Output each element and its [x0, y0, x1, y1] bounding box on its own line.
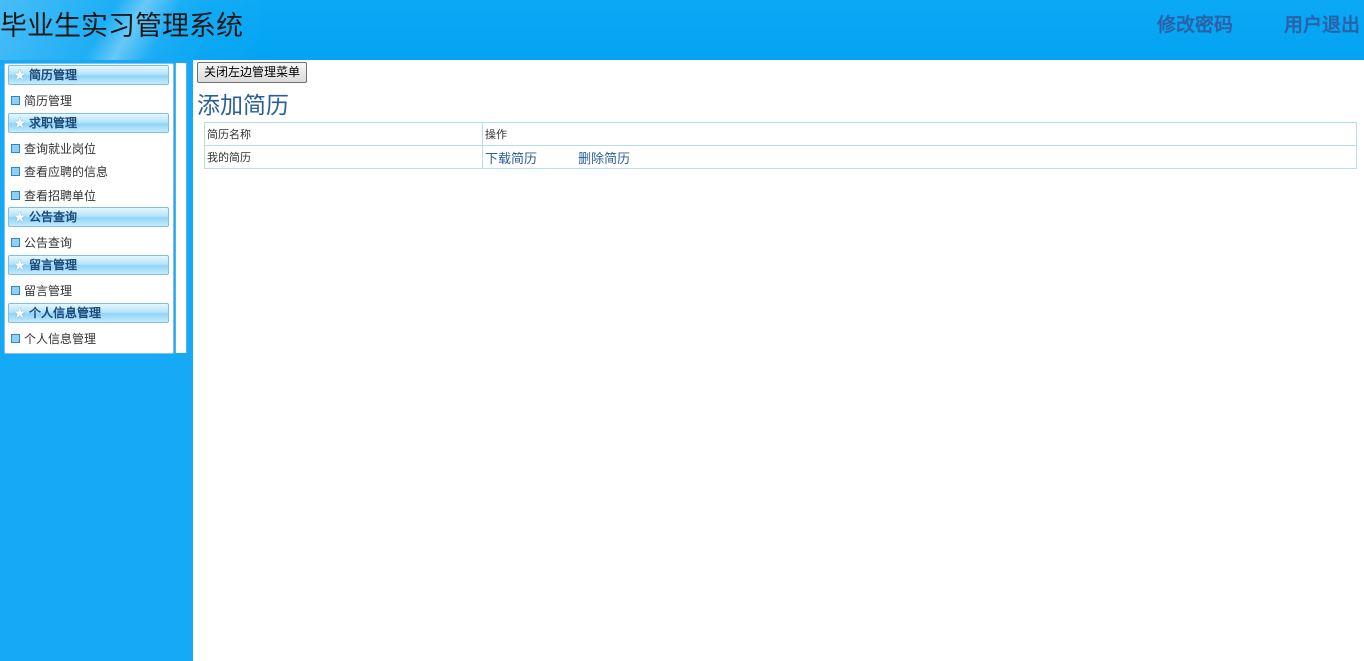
- menu-item-label: 留言管理: [24, 284, 73, 298]
- menu-group-label: 求职管理: [29, 116, 78, 130]
- delete-resume-link[interactable]: 删除简历: [578, 152, 630, 167]
- table-header-row: 简历名称 操作: [204, 122, 1357, 146]
- menu-group-message[interactable]: ★ 留言管理: [8, 255, 169, 275]
- menu-item-resume-manage[interactable]: 简历管理: [11, 93, 72, 109]
- menu-group-profile[interactable]: ★ 个人信息管理: [8, 303, 169, 323]
- menu-item-label: 查询就业岗位: [24, 142, 97, 156]
- main-content: 关闭左边管理菜单 添加简历 简历名称 操作 我的简历 下载简历 删除简历: [193, 60, 1364, 661]
- table-row: 我的简历 下载简历 删除简历: [204, 145, 1357, 169]
- menu-item-label: 公告查询: [24, 236, 73, 250]
- column-header-actions: 操作: [482, 122, 1357, 146]
- column-header-name: 简历名称: [204, 122, 483, 146]
- menu-item-profile-manage[interactable]: 个人信息管理: [11, 331, 96, 347]
- menu-group-notice[interactable]: ★ 公告查询: [8, 207, 169, 227]
- change-password-link[interactable]: 修改密码: [1157, 10, 1233, 37]
- menu-scrollbar[interactable]: [175, 63, 187, 353]
- menu-item-notice-query[interactable]: 公告查询: [11, 235, 72, 251]
- menu-group-label: 公告查询: [29, 210, 78, 224]
- star-icon: ★: [13, 66, 27, 84]
- app-title: 毕业生实习管理系统: [0, 11, 243, 42]
- star-icon: ★: [13, 304, 27, 322]
- close-left-menu-button[interactable]: 关闭左边管理菜单: [197, 62, 308, 83]
- star-icon: ★: [13, 256, 27, 274]
- menu-item-label: 查看应聘的信息: [24, 165, 109, 179]
- star-icon: ★: [13, 114, 27, 132]
- app-header: 毕业生实习管理系统 修改密码 用户退出: [0, 0, 1364, 60]
- menu-scrollbar-thumb[interactable]: [178, 63, 184, 353]
- square-bullet-icon: [11, 191, 20, 200]
- menu-group-label: 个人信息管理: [29, 306, 102, 320]
- square-bullet-icon: [11, 96, 20, 105]
- square-bullet-icon: [11, 238, 20, 247]
- resume-table: 简历名称 操作 我的简历 下载简历 删除简历: [204, 122, 1357, 169]
- star-icon: ★: [13, 208, 27, 226]
- menu-group-label: 留言管理: [29, 258, 78, 272]
- menu-group-resume[interactable]: ★ 简历管理: [8, 65, 169, 85]
- square-bullet-icon: [11, 144, 20, 153]
- page-title: 添加简历: [197, 93, 289, 119]
- menu-item-label: 查看招聘单位: [24, 189, 97, 203]
- menu-group-job[interactable]: ★ 求职管理: [8, 113, 169, 133]
- actions-cell: 下载简历 删除简历: [482, 145, 1357, 169]
- square-bullet-icon: [11, 167, 20, 176]
- menu-item-label: 简历管理: [24, 94, 73, 108]
- square-bullet-icon: [11, 286, 20, 295]
- menu-panel: ★ 简历管理 简历管理 ★ 求职管理 查询就业岗位 查看应聘的信息 查看招聘单位…: [4, 63, 174, 354]
- menu-item-query-jobs[interactable]: 查询就业岗位: [11, 141, 96, 157]
- sidebar: ★ 简历管理 简历管理 ★ 求职管理 查询就业岗位 查看应聘的信息 查看招聘单位…: [0, 60, 193, 661]
- menu-item-view-applications[interactable]: 查看应聘的信息: [11, 164, 108, 180]
- logout-link[interactable]: 用户退出: [1284, 10, 1360, 37]
- menu-item-message-manage[interactable]: 留言管理: [11, 283, 72, 299]
- download-resume-link[interactable]: 下载简历: [485, 152, 537, 167]
- menu-item-view-employers[interactable]: 查看招聘单位: [11, 188, 96, 204]
- menu-item-label: 个人信息管理: [24, 332, 97, 346]
- menu-group-label: 简历管理: [29, 68, 78, 82]
- resume-name-cell: 我的简历: [204, 145, 483, 169]
- square-bullet-icon: [11, 334, 20, 343]
